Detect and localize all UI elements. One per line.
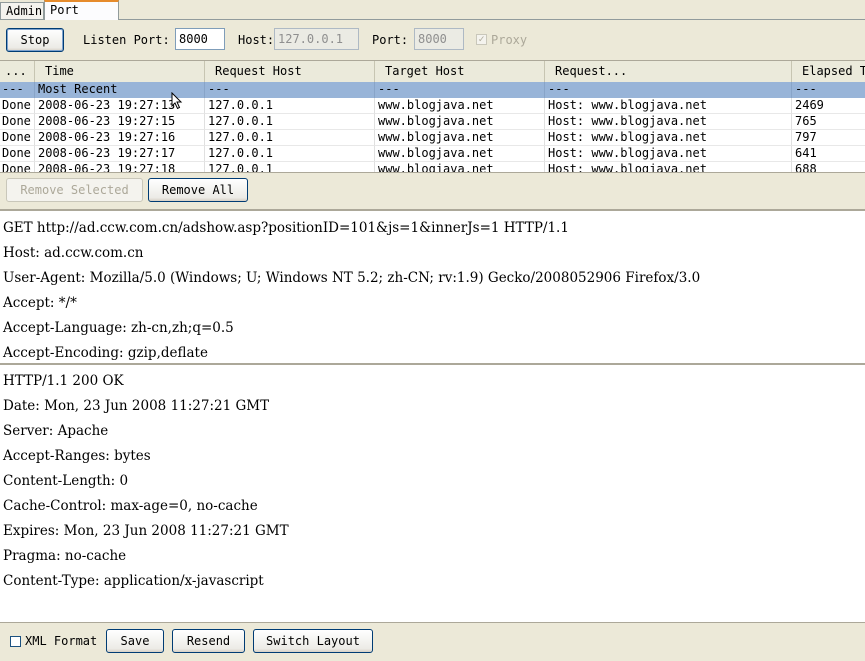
cell-target-host: www.blogjava.net: [375, 130, 545, 146]
cell-request-host: 127.0.0.1: [205, 130, 375, 146]
bottom-toolbar: XML Format Save Resend Switch Layout: [0, 622, 865, 661]
request-text-area[interactable]: GET http://ad.ccw.com.cn/adshow.asp?posi…: [0, 209, 865, 363]
stop-button[interactable]: Stop: [6, 28, 64, 52]
port-field[interactable]: 8000: [414, 28, 464, 50]
mouse-cursor-icon: [171, 92, 183, 110]
listen-port-label: Listen Port:: [83, 33, 170, 47]
cell-elapsed: ---: [792, 82, 865, 98]
table-row[interactable]: --- Most Recent --- --- --- ---: [0, 82, 865, 98]
response-text-area[interactable]: HTTP/1.1 200 OK Date: Mon, 23 Jun 2008 1…: [0, 363, 865, 622]
response-line: Server: Apache: [3, 423, 109, 439]
column-header-state[interactable]: ...: [0, 61, 35, 82]
cell-state: Done: [0, 98, 35, 114]
resend-button-label: Resend: [186, 634, 231, 648]
request-line: Accept: */*: [3, 295, 77, 311]
cell-request: Host: www.blogjava.net: [545, 146, 792, 162]
table-header: ... Time Request Host Target Host Reques…: [0, 61, 865, 83]
port-label: Port:: [372, 33, 409, 47]
host-field[interactable]: 127.0.0.1: [274, 28, 359, 50]
listen-port-field[interactable]: 8000: [175, 28, 225, 50]
cell-state: Done: [0, 146, 35, 162]
cell-state: Done: [0, 114, 35, 130]
response-line: Content-Length: 0: [3, 473, 129, 489]
request-line: GET http://ad.ccw.com.cn/adshow.asp?posi…: [3, 220, 569, 236]
request-line: Accept-Encoding: gzip,deflate: [3, 345, 208, 361]
cell-request: Host: www.blogjava.net: [545, 114, 792, 130]
cell-request-host: ---: [205, 82, 375, 98]
cell-elapsed: 641: [792, 146, 865, 162]
cell-time: 2008-06-23 19:27:16: [35, 130, 205, 146]
request-line: Host: ad.ccw.com.cn: [3, 245, 144, 261]
column-header-time[interactable]: Time: [35, 61, 205, 82]
remove-all-button[interactable]: Remove All: [148, 178, 248, 202]
cell-elapsed: 765: [792, 114, 865, 130]
cell-target-host: www.blogjava.net: [375, 98, 545, 114]
remove-selected-label: Remove Selected: [20, 183, 129, 197]
response-line: Cache-Control: max-age=0, no-cache: [3, 498, 258, 514]
table-row[interactable]: Done 2008-06-23 19:27:16 127.0.0.1 www.b…: [0, 130, 865, 146]
resend-button[interactable]: Resend: [172, 629, 245, 653]
table-row[interactable]: Done 2008-06-23 19:27:15 127.0.0.1 www.b…: [0, 114, 865, 130]
cell-target-host: www.blogjava.net: [375, 114, 545, 130]
cell-request: Host: www.blogjava.net: [545, 98, 792, 114]
cell-request-host: 127.0.0.1: [205, 146, 375, 162]
save-button[interactable]: Save: [106, 629, 164, 653]
proxy-label: Proxy: [491, 33, 528, 47]
tab-bar: Admin Port 8000: [0, 0, 865, 33]
response-line: Expires: Mon, 23 Jun 2008 11:27:21 GMT: [3, 523, 289, 539]
switch-layout-button[interactable]: Switch Layout: [253, 629, 373, 653]
table-row[interactable]: Done 2008-06-23 19:27:13 127.0.0.1 www.b…: [0, 98, 865, 114]
cell-state: Done: [0, 130, 35, 146]
tab-port-8000[interactable]: Port 8000: [44, 0, 119, 33]
tab-admin[interactable]: Admin: [0, 2, 44, 19]
request-line: Accept-Language: zh-cn,zh;q=0.5: [3, 320, 234, 336]
table-row[interactable]: Done 2008-06-23 19:27:17 127.0.0.1 www.b…: [0, 146, 865, 162]
request-line: User-Agent: Mozilla/5.0 (Windows; U; Win…: [3, 270, 701, 286]
response-line: Date: Mon, 23 Jun 2008 11:27:21 GMT: [3, 398, 270, 414]
listener-toolbar: Stop Listen Port: 8000 Host: 127.0.0.1 P…: [0, 20, 865, 60]
stop-button-label: Stop: [20, 33, 50, 47]
cell-request-host: 127.0.0.1: [205, 114, 375, 130]
host-label: Host:: [238, 33, 275, 47]
cell-time: 2008-06-23 19:27:17: [35, 146, 205, 162]
cell-state: ---: [0, 82, 35, 98]
tab-admin-label: Admin: [6, 4, 43, 18]
cell-elapsed: 2469: [792, 98, 865, 114]
response-line: Content-Type: application/x-javascript: [3, 573, 264, 589]
remove-selected-button[interactable]: Remove Selected: [6, 178, 143, 202]
xml-format-label: XML Format: [25, 634, 98, 648]
cell-request: ---: [545, 82, 792, 98]
cell-target-host: www.blogjava.net: [375, 146, 545, 162]
cell-request: Host: www.blogjava.net: [545, 130, 792, 146]
response-line: Accept-Ranges: bytes: [3, 448, 151, 464]
save-button-label: Save: [120, 634, 150, 648]
connections-table: ... Time Request Host Target Host Reques…: [0, 60, 865, 173]
column-header-request[interactable]: Request...: [545, 61, 792, 82]
switch-layout-label: Switch Layout: [266, 634, 360, 648]
column-header-target-host[interactable]: Target Host: [375, 61, 545, 82]
table-actions-bar: Remove Selected Remove All: [0, 172, 865, 209]
response-line: HTTP/1.1 200 OK: [3, 373, 124, 389]
cell-request-host: 127.0.0.1: [205, 98, 375, 114]
cell-time: 2008-06-23 19:27:15: [35, 114, 205, 130]
column-header-request-host[interactable]: Request Host: [205, 61, 375, 82]
remove-all-label: Remove All: [161, 183, 235, 197]
cell-target-host: ---: [375, 82, 545, 98]
response-line: Pragma: no-cache: [3, 548, 127, 564]
column-header-elapsed[interactable]: Elapsed Ti: [792, 61, 865, 82]
xml-format-checkbox[interactable]: [10, 636, 21, 647]
cell-elapsed: 797: [792, 130, 865, 146]
proxy-checkbox[interactable]: ✓: [476, 34, 487, 45]
